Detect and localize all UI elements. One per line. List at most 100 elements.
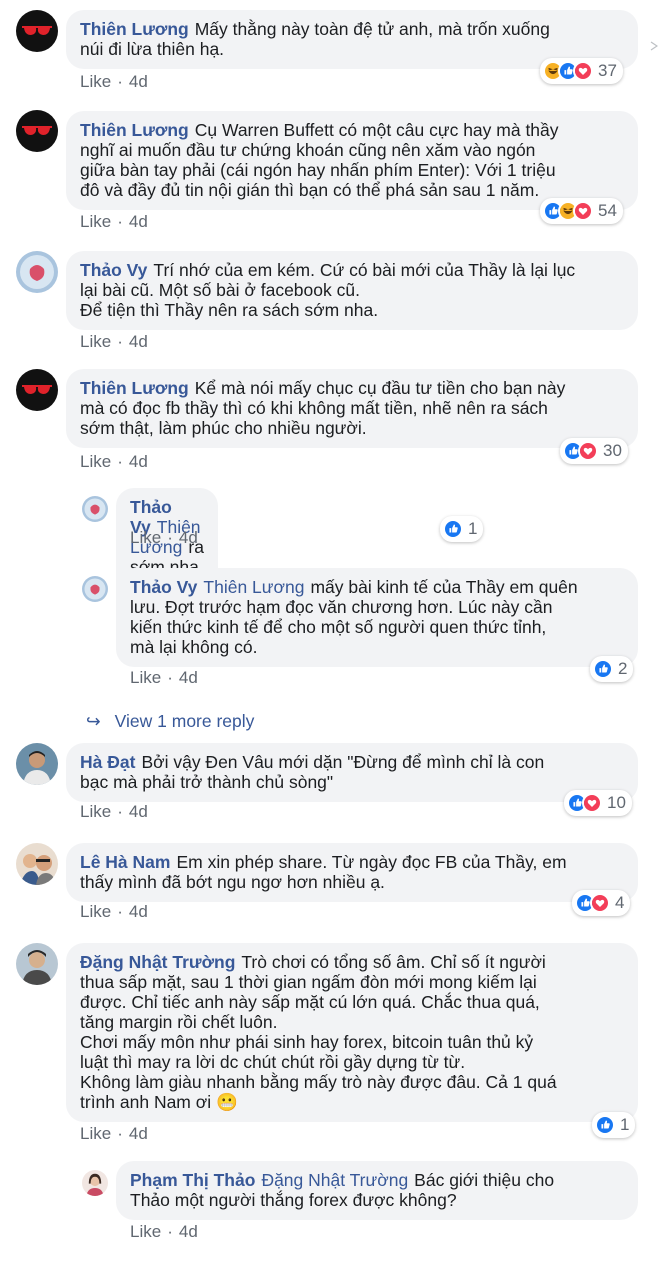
avatar-thao-vy[interactable] xyxy=(82,576,108,602)
reaction-count: 30 xyxy=(603,441,622,460)
reply-bubble: Phạm Thị Thảo Đặng Nhật Trường Bác giới th… xyxy=(116,1161,638,1220)
comment-text: mấy bài kinh tế của Thầy em quên lưu. Đợ… xyxy=(130,577,578,657)
timestamp[interactable]: 4d xyxy=(179,668,198,687)
author-name[interactable]: Thiên Lương xyxy=(80,120,189,140)
reaction-summary[interactable]: 2 xyxy=(590,656,634,682)
timestamp[interactable]: 4d xyxy=(129,802,148,821)
comment-meta: Like · 4d xyxy=(80,332,148,352)
reply-bubble: Thảo Vy Thiên Lương mấy bài kinh tế của Th… xyxy=(116,568,638,667)
view-more-label[interactable]: View 1 more reply xyxy=(115,711,255,731)
avatar-thao-vy[interactable] xyxy=(82,496,108,522)
comment-text: Trò chơi có tổng số âm. Chỉ số ít người … xyxy=(80,952,557,1112)
like-link[interactable]: Like xyxy=(80,72,111,91)
avatar-thao-vy[interactable] xyxy=(16,251,58,293)
comment-bubble: Hà Đạt Bởi vậy Đen Vâu mới dặn "Đừng để m… xyxy=(66,743,638,802)
love-icon xyxy=(578,441,598,461)
comment-bubble: Thiên Lương Kể mà nói mấy chục cụ đầu tư … xyxy=(66,369,638,448)
timestamp[interactable]: 4d xyxy=(129,332,148,351)
reply-arrow-icon: ↪ xyxy=(86,711,101,731)
reaction-summary[interactable]: 30 xyxy=(560,438,628,464)
avatar-thien-luong[interactable] xyxy=(16,369,58,411)
like-link[interactable]: Like xyxy=(80,452,111,471)
comment-text: Bởi vậy Đen Vâu mới dặn "Đừng để mình ch… xyxy=(80,752,545,792)
love-icon xyxy=(573,61,593,81)
comment-bubble: Đặng Nhật Trường Trò chơi có tổng số âm. … xyxy=(66,943,638,1122)
avatar-pham-thi-thao[interactable] xyxy=(82,1170,108,1196)
avatar-dang-nhat-truong[interactable] xyxy=(16,943,58,985)
comment-meta: Like · 4d xyxy=(80,212,148,232)
timestamp[interactable]: 4d xyxy=(129,452,148,471)
separator-dot: · xyxy=(117,332,123,351)
comment-meta: Like · 4d xyxy=(80,1124,148,1144)
reaction-summary[interactable]: 54 xyxy=(540,198,623,224)
love-icon xyxy=(590,893,610,913)
reaction-summary[interactable]: 1 xyxy=(440,516,484,542)
reaction-summary[interactable]: 37 xyxy=(540,58,623,84)
like-link[interactable]: Like xyxy=(80,802,111,821)
love-icon xyxy=(582,793,602,813)
reaction-count: 37 xyxy=(598,61,617,80)
timestamp[interactable]: 4d xyxy=(179,1222,198,1241)
timestamp[interactable]: 4d xyxy=(129,1124,148,1143)
view-more-replies[interactable]: ↪ View 1 more reply xyxy=(86,711,254,732)
reaction-summary[interactable]: 10 xyxy=(564,790,632,816)
separator-dot: · xyxy=(117,1124,123,1143)
comment-text: Trí nhớ của em kém. Cứ có bài mới của Th… xyxy=(80,260,576,320)
separator-dot: · xyxy=(117,902,123,921)
like-link[interactable]: Like xyxy=(130,528,161,547)
reaction-summary[interactable]: 4 xyxy=(572,890,631,916)
like-link[interactable]: Like xyxy=(80,332,111,351)
author-name[interactable]: Phạm Thị Thảo xyxy=(130,1170,255,1190)
author-name[interactable]: Thảo Vy xyxy=(80,260,147,280)
author-name[interactable]: Đặng Nhật Trường xyxy=(80,952,235,972)
author-name[interactable]: Thảo Vy xyxy=(130,577,197,597)
like-link[interactable]: Like xyxy=(80,902,111,921)
timestamp[interactable]: 4d xyxy=(129,212,148,231)
author-name[interactable]: Lê Hà Nam xyxy=(80,852,170,872)
reaction-summary[interactable]: 1 xyxy=(592,1112,636,1138)
like-icon xyxy=(595,1115,615,1135)
separator-dot: · xyxy=(117,802,123,821)
timestamp[interactable]: 4d xyxy=(179,528,198,547)
avatar-thien-luong[interactable] xyxy=(16,10,58,52)
reaction-count: 10 xyxy=(607,793,626,812)
avatar-thien-luong[interactable] xyxy=(16,110,58,152)
reaction-count: 1 xyxy=(620,1115,630,1134)
comment-meta: Like · 4d xyxy=(130,668,198,688)
like-link[interactable]: Like xyxy=(80,212,111,231)
timestamp[interactable]: 4d xyxy=(129,72,148,91)
like-link[interactable]: Like xyxy=(130,1222,161,1241)
scroll-indicator-icon[interactable] xyxy=(650,38,659,51)
like-icon xyxy=(443,519,463,539)
timestamp[interactable]: 4d xyxy=(129,902,148,921)
like-icon xyxy=(593,659,613,679)
separator-dot: · xyxy=(117,452,123,471)
love-icon xyxy=(573,201,593,221)
author-name[interactable]: Thiên Lương xyxy=(80,378,189,398)
mention-tag[interactable]: Đặng Nhật Trường xyxy=(261,1170,408,1190)
reaction-count: 2 xyxy=(618,659,628,678)
comment-meta: Like · 4d xyxy=(80,72,148,92)
comment-bubble: Thiên Lương Cụ Warren Buffett có một câu … xyxy=(66,111,638,210)
mention-tag[interactable]: Thiên Lương xyxy=(203,577,304,597)
like-link[interactable]: Like xyxy=(130,668,161,687)
comment-bubble: Thảo Vy Trí nhớ của em kém. Cứ có bài mới… xyxy=(66,251,638,330)
reaction-count: 54 xyxy=(598,201,617,220)
like-link[interactable]: Like xyxy=(80,1124,111,1143)
avatar-le-ha-nam[interactable] xyxy=(16,843,58,885)
avatar-ha-dat[interactable] xyxy=(16,743,58,785)
author-name[interactable]: Hà Đạt xyxy=(80,752,135,772)
comment-meta: Like · 4d xyxy=(130,1222,198,1242)
comment-meta: Like · 4d xyxy=(80,452,148,472)
comment-bubble: Lê Hà Nam Em xin phép share. Từ ngày đọc … xyxy=(66,843,638,902)
comment-meta: Like · 4d xyxy=(80,902,148,922)
reaction-count: 4 xyxy=(615,893,625,912)
comment-meta: Like · 4d xyxy=(130,528,198,548)
separator-dot: · xyxy=(117,72,123,91)
comment-meta: Like · 4d xyxy=(80,802,148,822)
reaction-count: 1 xyxy=(468,519,478,538)
separator-dot: · xyxy=(167,528,173,547)
separator-dot: · xyxy=(167,668,173,687)
author-name[interactable]: Thiên Lương xyxy=(80,19,189,39)
separator-dot: · xyxy=(167,1222,173,1241)
